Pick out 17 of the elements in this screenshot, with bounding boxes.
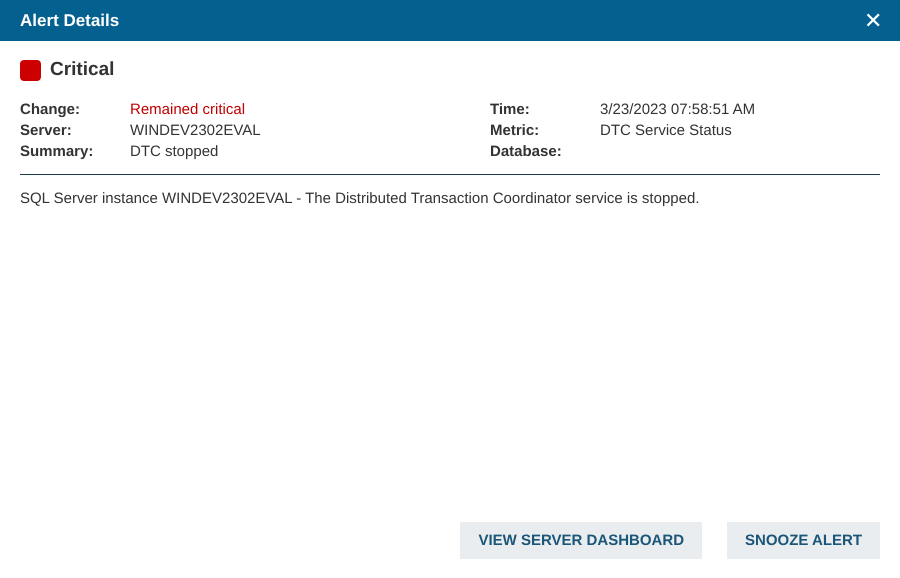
field-label: Summary:	[20, 143, 94, 160]
alert-description: SQL Server instance WINDEV2302EVAL - The Distributed Transaction Coordinator service is stopped.	[20, 190, 700, 207]
dashboard-button[interactable]: VIEW SERVER DASHBOARD	[460, 522, 702, 559]
close-button[interactable]: ✕	[864, 10, 882, 32]
severity-label: Critical	[50, 59, 114, 81]
field-label: Change:	[20, 101, 81, 118]
field-value: 3/23/2023 07:58:51 AM	[600, 101, 756, 118]
snooze-button[interactable]: SNOOZE ALERT	[727, 522, 880, 559]
field-value: DTC Service Status	[600, 122, 733, 139]
field-value: Remained critical	[130, 101, 246, 118]
field-label: Time:	[490, 101, 531, 118]
field-value: WINDEV2302EVAL	[130, 122, 262, 139]
field-label: Metric:	[490, 122, 540, 139]
field-label: Database:	[490, 143, 563, 160]
window-title: Alert Details	[20, 10, 120, 30]
field-label: Server:	[20, 122, 73, 139]
field-value: DTC stopped	[130, 143, 220, 160]
